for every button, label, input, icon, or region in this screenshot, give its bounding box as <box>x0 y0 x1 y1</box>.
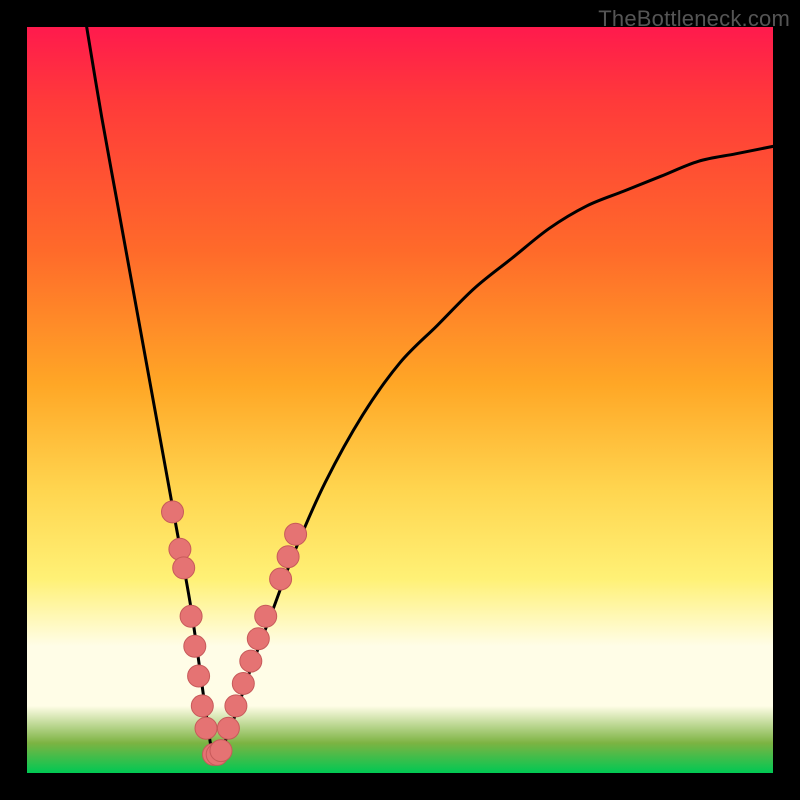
marker-point <box>184 635 206 657</box>
plot-area <box>27 27 773 773</box>
marker-point <box>210 740 232 762</box>
marker-point <box>232 673 254 695</box>
highlighted-points <box>162 501 307 766</box>
chart-svg <box>27 27 773 773</box>
marker-point <box>255 605 277 627</box>
attribution-label: TheBottleneck.com <box>598 6 790 32</box>
marker-point <box>191 695 213 717</box>
chart-frame: TheBottleneck.com <box>0 0 800 800</box>
marker-point <box>188 665 210 687</box>
marker-point <box>173 557 195 579</box>
marker-point <box>162 501 184 523</box>
marker-point <box>270 568 292 590</box>
marker-point <box>240 650 262 672</box>
marker-point <box>247 628 269 650</box>
marker-point <box>277 546 299 568</box>
marker-point <box>180 605 202 627</box>
marker-point <box>169 538 191 560</box>
marker-point <box>285 523 307 545</box>
marker-point <box>217 717 239 739</box>
marker-point <box>225 695 247 717</box>
marker-point <box>195 717 217 739</box>
